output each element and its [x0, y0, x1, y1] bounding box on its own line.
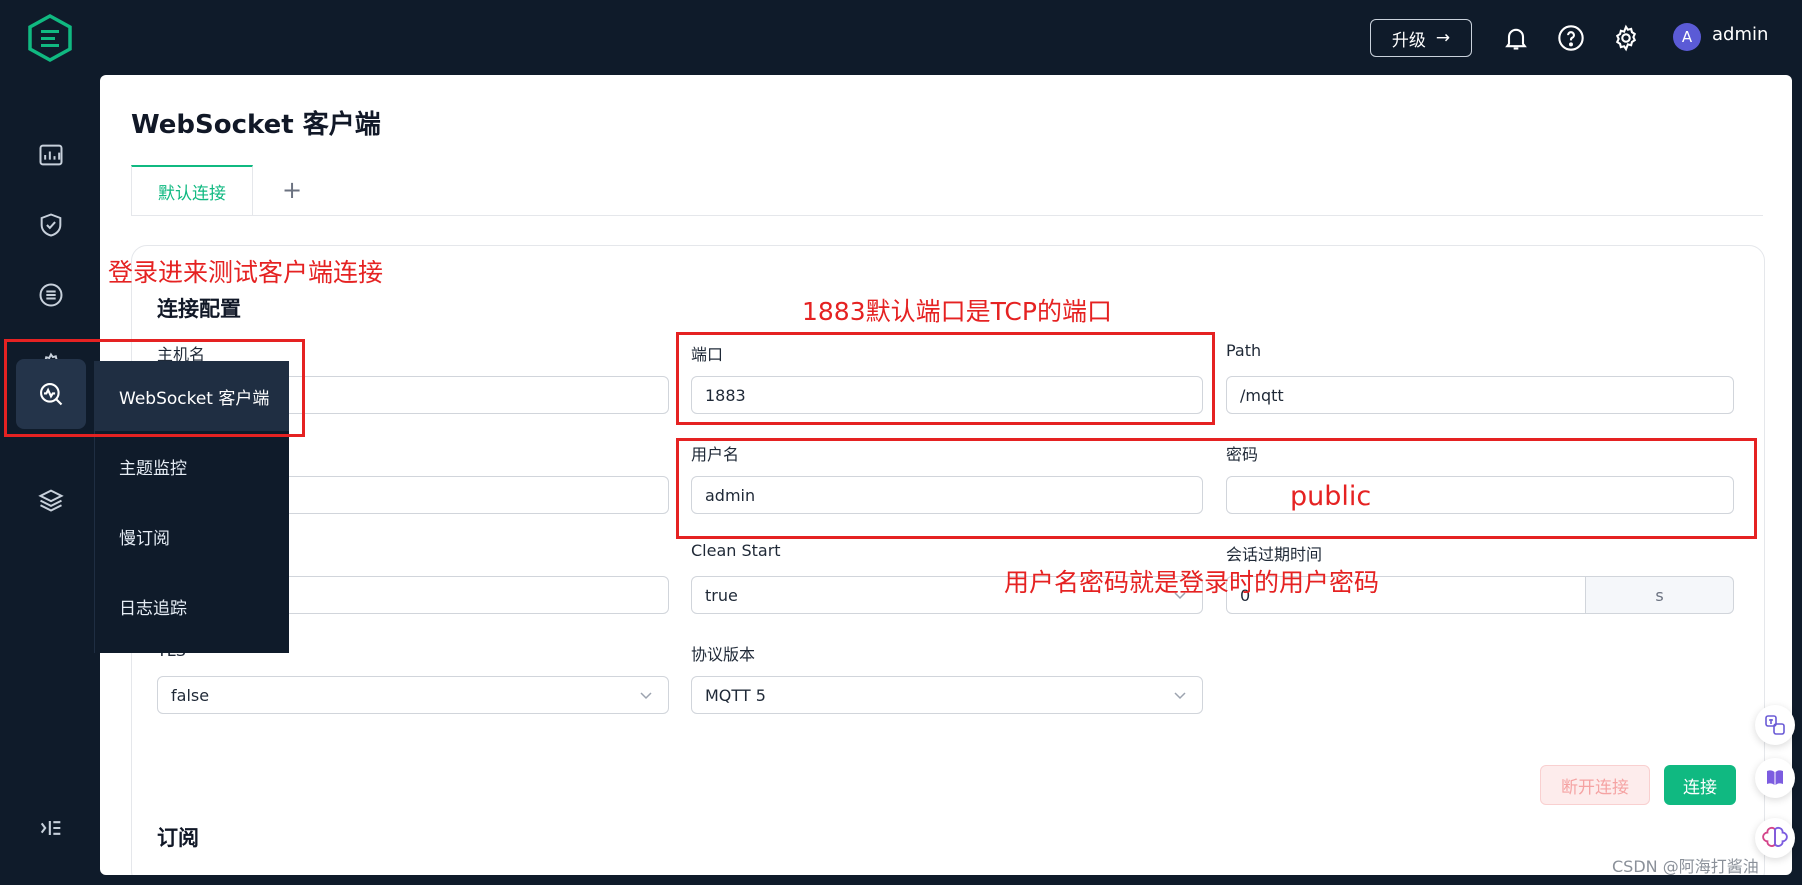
arrow-right-icon: → — [1435, 28, 1451, 48]
bell-icon[interactable] — [1502, 24, 1530, 52]
protocol-label: 协议版本 — [691, 645, 756, 664]
shield-icon — [40, 213, 62, 237]
settings-gear-icon[interactable] — [1612, 24, 1640, 52]
session-expiry-label: 会话过期时间 — [1226, 545, 1323, 564]
upgrade-label: 升级 — [1391, 30, 1426, 51]
path-input[interactable]: /mqtt — [1226, 376, 1734, 414]
connection-tabs: 默认连接 + — [131, 165, 1763, 216]
sidebar-item-extensions[interactable] — [16, 465, 86, 535]
translate-button[interactable] — [1755, 705, 1795, 745]
top-bar: 升级 → A admin — [0, 0, 1802, 75]
watermark: CSDN @阿海打酱油 — [1612, 857, 1759, 876]
chevron-down-icon — [640, 692, 652, 700]
section-title-config: 连接配置 — [157, 297, 241, 321]
path-label: Path — [1226, 341, 1262, 360]
section-title-subscribe: 订阅 — [157, 826, 199, 850]
data-integration-icon — [39, 283, 63, 307]
sidebar-item-dashboard[interactable] — [16, 120, 86, 190]
protocol-value: MQTT 5 — [705, 685, 766, 705]
dashboard-chart-icon — [39, 144, 63, 166]
annotation-password-note: public — [1290, 481, 1372, 512]
annotation-login-note: 登录进来测试客户端连接 — [108, 258, 384, 287]
collapse-menu-icon — [40, 821, 61, 835]
layers-icon — [38, 489, 64, 512]
book-icon — [1767, 770, 1783, 785]
ai-assistant-button[interactable] — [1755, 818, 1795, 858]
sidebar-item-security[interactable] — [16, 190, 86, 260]
disconnect-button[interactable]: 断开连接 — [1540, 765, 1650, 805]
annotation-credentials-note: 用户名密码就是登录时的用户密码 — [1004, 568, 1380, 597]
username-label[interactable]: admin — [1712, 24, 1768, 45]
sidebar-rail — [0, 75, 100, 885]
tls-select[interactable]: false — [157, 676, 669, 714]
clean-start-value: true — [705, 585, 738, 605]
annotation-box-port — [676, 332, 1215, 425]
page-title: WebSocket 客户端 — [131, 110, 381, 140]
upgrade-button[interactable]: 升级 → — [1370, 19, 1472, 57]
collapse-sidebar-button[interactable] — [16, 803, 86, 853]
chevron-down-icon — [1174, 692, 1186, 700]
brain-icon — [1762, 826, 1788, 847]
tab-default-connection[interactable]: 默认连接 — [131, 165, 253, 215]
help-icon[interactable] — [1557, 24, 1585, 52]
translate-icon — [1765, 715, 1785, 735]
submenu-item-log-trace[interactable]: 日志追踪 — [95, 571, 289, 641]
submenu-item-topic-monitor[interactable]: 主题监控 — [95, 431, 289, 501]
submenu-item-slow-subscriptions[interactable]: 慢订阅 — [95, 501, 289, 571]
connect-button[interactable]: 连接 — [1664, 765, 1736, 805]
avatar[interactable]: A — [1673, 23, 1701, 51]
protocol-select[interactable]: MQTT 5 — [691, 676, 1203, 714]
clean-start-label: Clean Start — [691, 541, 781, 560]
annotation-box-menu — [4, 339, 305, 437]
annotation-box-credentials — [676, 438, 1757, 539]
annotation-port-note: 1883默认端口是TCP的端口 — [802, 297, 1112, 326]
sidebar-item-integration[interactable] — [16, 260, 86, 330]
tls-value: false — [171, 685, 210, 705]
reader-button[interactable] — [1755, 758, 1795, 798]
emqx-logo-icon[interactable] — [26, 14, 74, 62]
add-tab-button[interactable]: + — [277, 175, 307, 205]
session-expiry-unit: s — [1586, 576, 1734, 614]
